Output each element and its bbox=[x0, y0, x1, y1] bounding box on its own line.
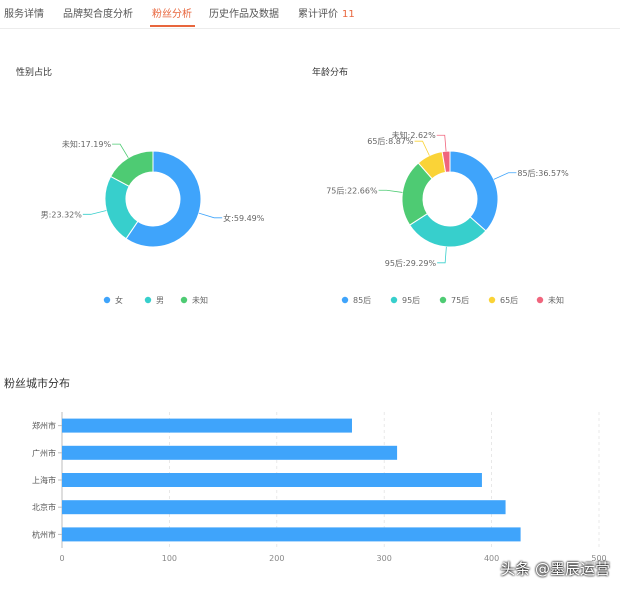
city-x-tick-label-3: 300 bbox=[377, 554, 392, 563]
age-legend-label-2: 75后 bbox=[451, 295, 469, 305]
age-slice-0 bbox=[449, 150, 499, 232]
age-legend-marker-4 bbox=[536, 296, 544, 304]
age-leader-line-3 bbox=[414, 140, 430, 156]
gender-legend-marker-1 bbox=[144, 296, 152, 304]
gender-legend-label-1: 男 bbox=[156, 296, 164, 305]
age-legend-marker-0 bbox=[341, 296, 349, 304]
city-bar-2 bbox=[62, 473, 482, 487]
city-bar-4 bbox=[62, 527, 521, 542]
charts-canvas: 女:59.49% 男:23.32% 未知:17.19% 女 男 未知 85后:36.57% 9… bbox=[32, 130, 607, 563]
city-bar-3 bbox=[62, 500, 506, 515]
gender-data-label-0: 女:59.49% bbox=[223, 213, 265, 223]
age-leader-line-1 bbox=[437, 246, 447, 264]
gender-leader-line-0 bbox=[198, 212, 223, 219]
age-legend-label-4: 未知 bbox=[548, 295, 564, 305]
city-y-tick-label-1: 广州市 bbox=[32, 448, 56, 458]
city-y-tick-label-3: 北京市 bbox=[32, 502, 56, 512]
age-leader-line-2 bbox=[378, 189, 403, 193]
age-legend-marker-3 bbox=[488, 296, 496, 304]
gender-leader-line-1 bbox=[82, 210, 107, 215]
gender-slice-1 bbox=[104, 175, 139, 240]
city-x-tick-label-4: 400 bbox=[484, 554, 499, 563]
age-data-label-1: 95后:29.29% bbox=[385, 258, 437, 268]
gender-legend-marker-0 bbox=[103, 296, 111, 304]
gender-data-label-1: 男:23.32% bbox=[41, 210, 83, 219]
age-leader-line-0 bbox=[493, 172, 517, 180]
age-legend-label-3: 65后 bbox=[500, 295, 518, 305]
watermark: 头条 @墨辰运营 bbox=[500, 560, 610, 578]
gender-legend-marker-2 bbox=[180, 296, 188, 304]
city-y-tick-label-2: 上海市 bbox=[32, 475, 56, 485]
city-x-tick-label-1: 100 bbox=[162, 554, 177, 563]
city-x-tick-label-0: 0 bbox=[59, 554, 64, 563]
city-bar-0 bbox=[62, 418, 352, 433]
city-bar-1 bbox=[62, 445, 398, 460]
city-y-tick-label-4: 杭州市 bbox=[32, 529, 56, 539]
gender-data-label-2: 未知:17.19% bbox=[62, 139, 112, 149]
city-y-tick-label-0: 郑州市 bbox=[32, 421, 56, 431]
age-leader-line-4 bbox=[436, 134, 447, 152]
city-x-tick-label-2: 200 bbox=[269, 554, 284, 563]
age-legend-marker-2 bbox=[439, 296, 447, 304]
age-legend-label-1: 95后 bbox=[402, 295, 420, 305]
age-data-label-0: 85后:36.57% bbox=[517, 168, 569, 178]
age-legend-marker-1 bbox=[390, 296, 398, 304]
gender-leader-line-2 bbox=[112, 143, 129, 159]
age-data-label-4: 未知:2.62% bbox=[392, 130, 437, 140]
gender-legend-label-2: 未知 bbox=[192, 295, 208, 305]
age-legend-label-0: 85后 bbox=[353, 295, 371, 305]
gender-legend-label-0: 女 bbox=[115, 295, 123, 305]
age-data-label-2: 75后:22.66% bbox=[326, 185, 378, 195]
